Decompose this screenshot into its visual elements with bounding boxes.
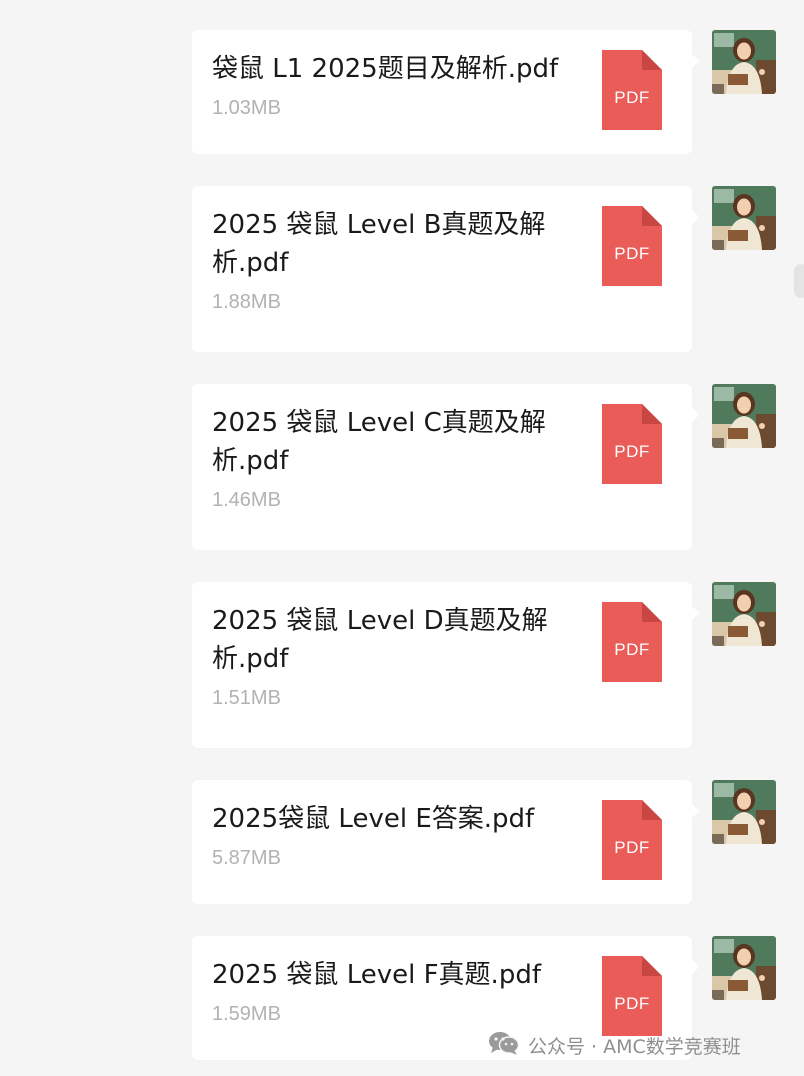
pdf-icon-label: PDF [614,88,650,107]
file-size: 1.46MB [212,489,281,511]
pdf-file-icon: PDF [602,206,662,286]
wechat-icon [488,1030,520,1061]
pdf-file-icon: PDF [602,956,662,1036]
file-card[interactable]: 2025 袋鼠 Level B真题及解析.pdf 1.88MB PDF [192,186,699,352]
teacher-avatar-icon[interactable] [712,384,776,448]
file-card[interactable]: 2025 袋鼠 Level D真题及解析.pdf 1.51MB PDF [192,582,699,748]
pdf-file-icon: PDF [602,800,662,880]
pdf-icon-label: PDF [614,244,650,263]
pdf-icon-label: PDF [614,640,650,659]
file-size: 1.88MB [212,291,281,313]
teacher-avatar-icon[interactable] [712,582,776,646]
pdf-file-icon: PDF [602,404,662,484]
file-name: 2025 袋鼠 Level F真题.pdf [212,960,541,990]
pdf-icon-label: PDF [614,442,650,461]
file-name: 2025 袋鼠 Level C真题及解析.pdf [212,408,546,476]
file-size: 1.51MB [212,687,281,709]
watermark-text: 公众号 · AMC数学竞赛班 [528,1035,741,1058]
file-card[interactable]: 袋鼠 L1 2025题目及解析.pdf 1.03MB PDF [192,30,699,154]
teacher-avatar-icon[interactable] [712,186,776,250]
file-name: 2025袋鼠 Level E答案.pdf [212,804,535,834]
chat-message-list: 袋鼠 L1 2025题目及解析.pdf 1.03MB PDF 2025 袋鼠 L… [0,0,804,1076]
file-name: 2025 袋鼠 Level D真题及解析.pdf [212,606,548,674]
file-name: 2025 袋鼠 Level B真题及解析.pdf [212,210,546,278]
teacher-avatar-icon[interactable] [712,936,776,1000]
pdf-icon-label: PDF [614,838,650,857]
scrollbar-handle[interactable] [794,264,804,298]
pdf-icon-label: PDF [614,994,650,1013]
file-card[interactable]: 2025袋鼠 Level E答案.pdf 5.87MB PDF [192,780,699,904]
teacher-avatar-icon[interactable] [712,780,776,844]
pdf-file-icon: PDF [602,602,662,682]
teacher-avatar-icon[interactable] [712,30,776,94]
file-name: 袋鼠 L1 2025题目及解析.pdf [212,54,559,84]
file-card[interactable]: 2025 袋鼠 Level C真题及解析.pdf 1.46MB PDF [192,384,699,550]
watermark: 公众号 · AMC数学竞赛班 [488,1030,741,1060]
pdf-file-icon: PDF [602,50,662,130]
